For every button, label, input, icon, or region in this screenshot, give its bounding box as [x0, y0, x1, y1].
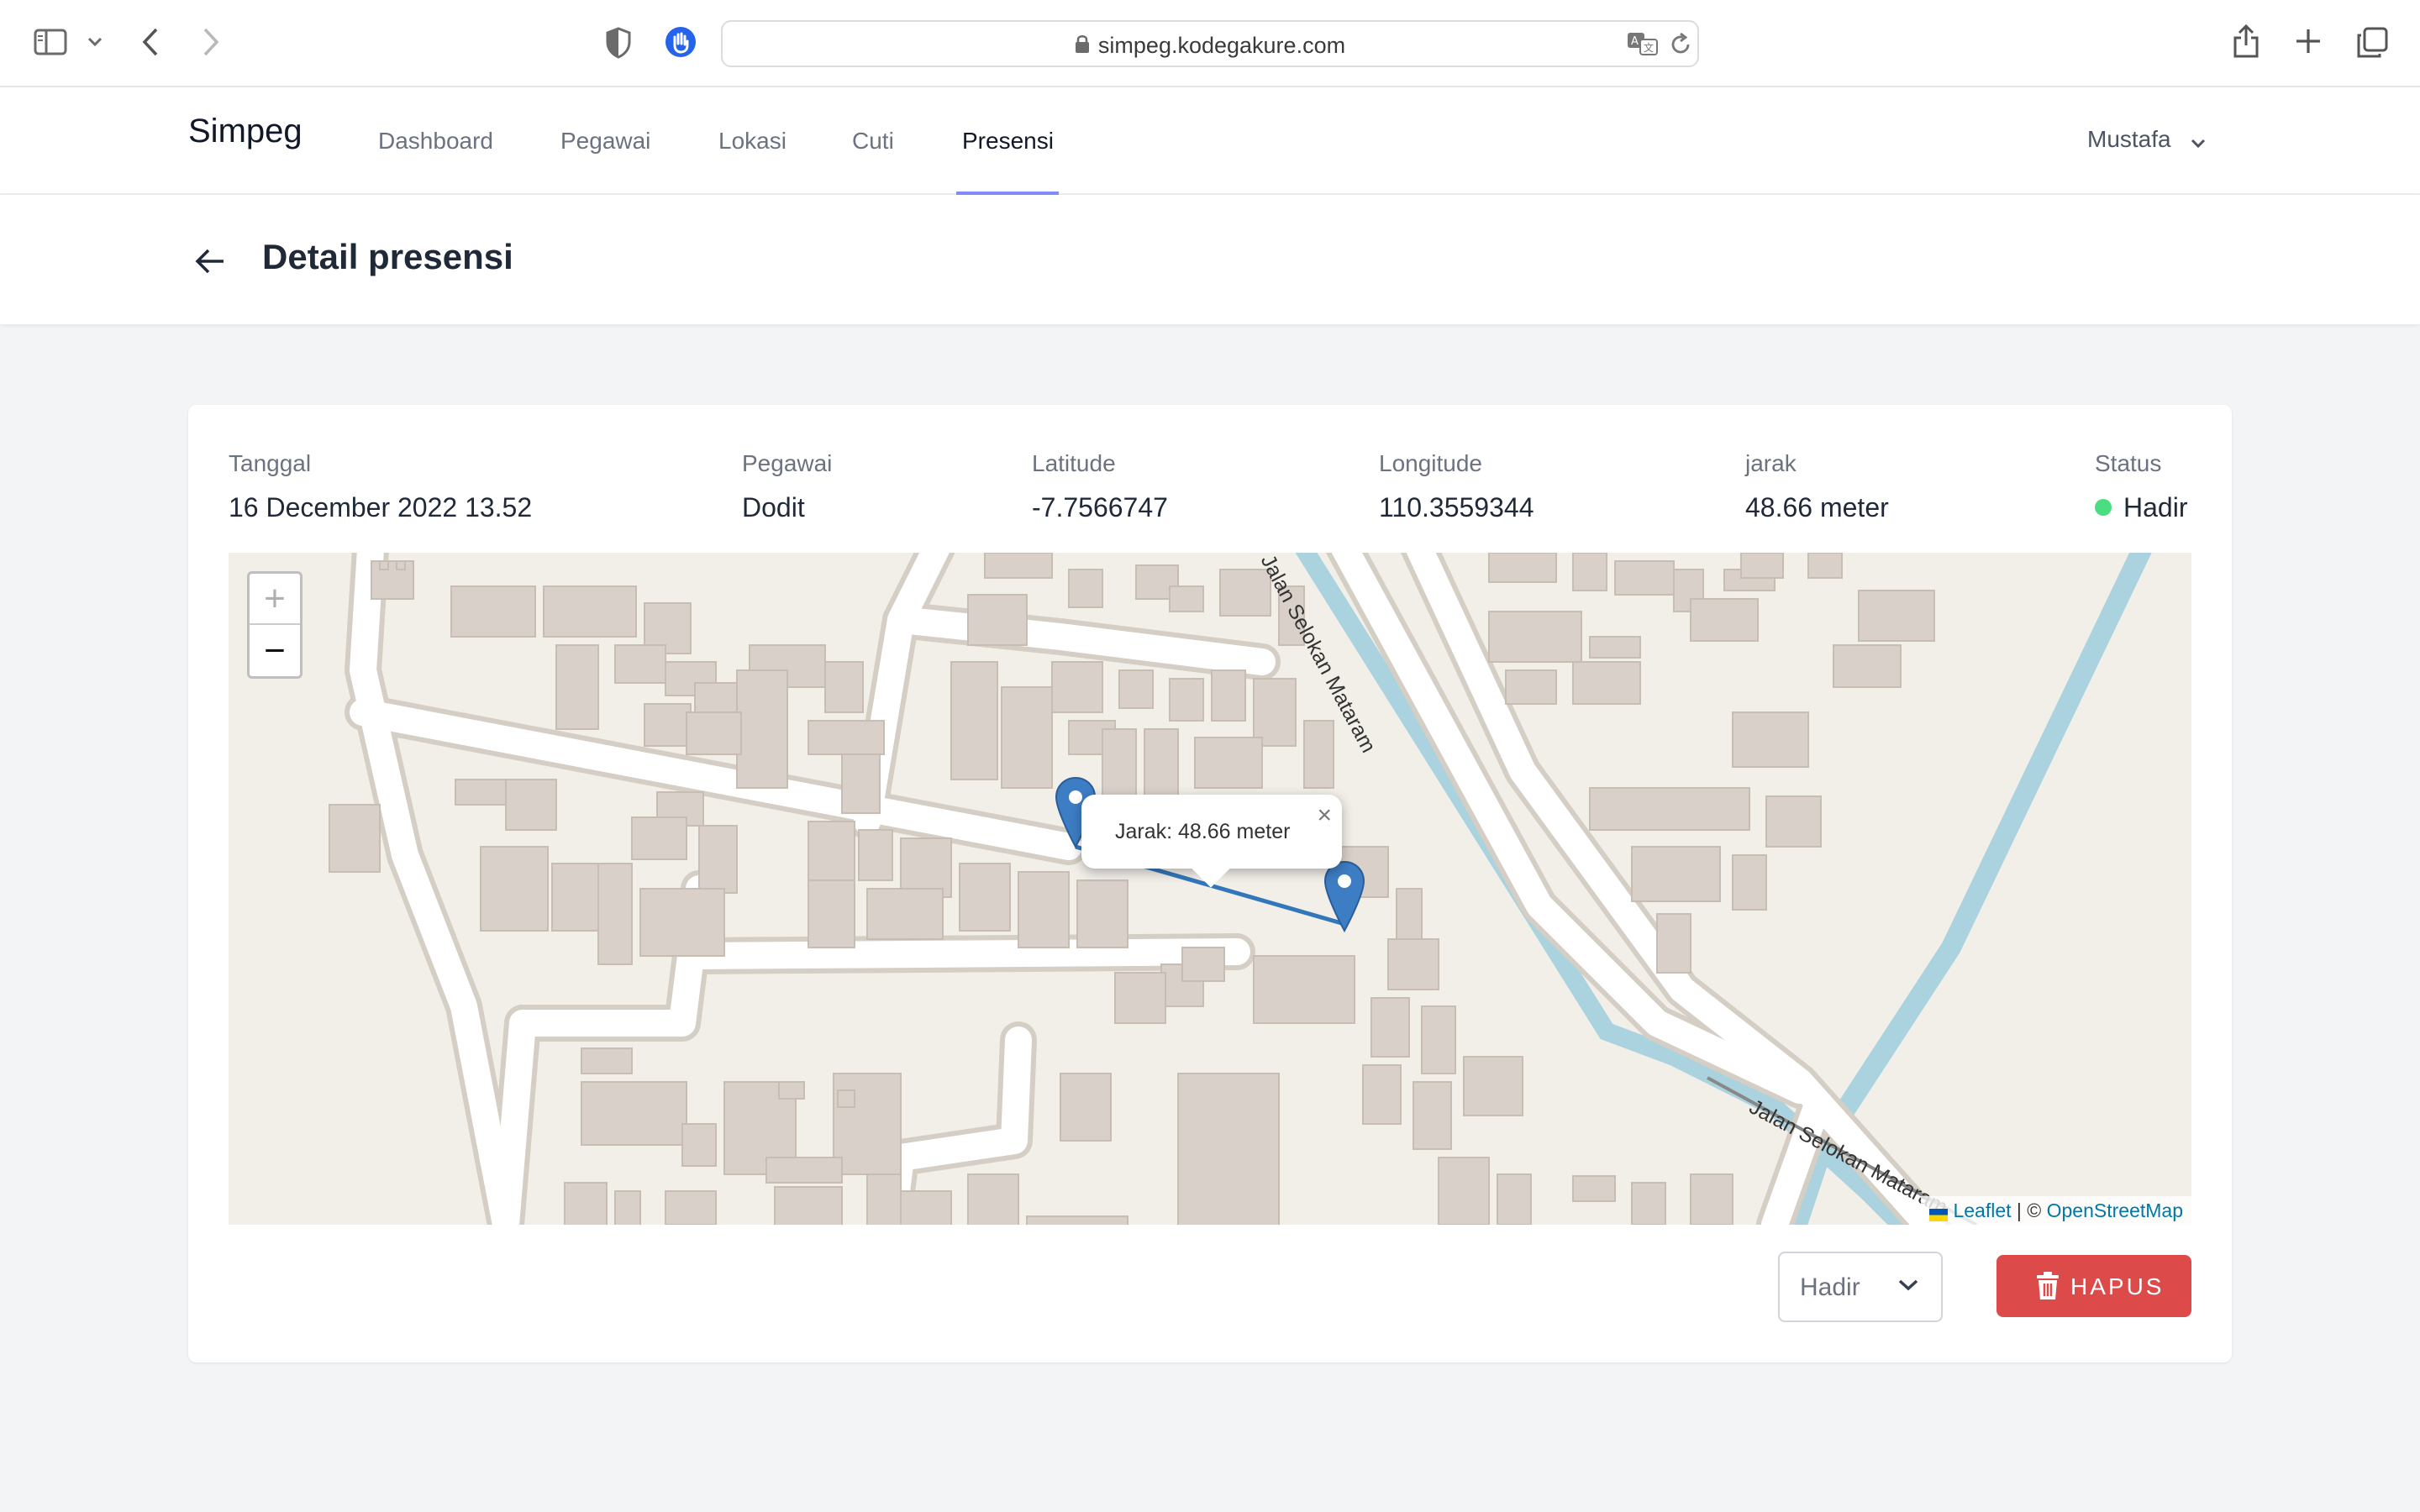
share-icon[interactable]: [2232, 24, 2260, 59]
leaflet-link[interactable]: Leaflet: [1953, 1200, 2011, 1221]
status-dot: [2095, 498, 2112, 516]
field-label: jarak: [1745, 450, 1797, 476]
app-navbar: Simpeg Dashboard Pegawai Lokasi Cuti Pre…: [0, 87, 2420, 195]
delete-button[interactable]: HAPUS: [1996, 1255, 2191, 1317]
distance-popup: Jarak: 48.66 meter ×: [1081, 795, 1342, 888]
new-tab-icon[interactable]: [2294, 27, 2323, 55]
tabs-icon[interactable]: [2356, 27, 2388, 59]
field-jarak: jarak 48.66 meter: [1745, 450, 1889, 523]
browser-toolbar: simpeg.kodegakure.com A文: [0, 0, 2420, 87]
field-tanggal: Tanggal 16 December 2022 13.52: [229, 450, 532, 523]
brand-logo[interactable]: Simpeg: [188, 113, 302, 150]
field-pegawai: Pegawai Dodit: [742, 450, 832, 523]
status-value: Hadir: [2095, 492, 2187, 523]
osm-link[interactable]: OpenStreetMap: [2047, 1200, 2183, 1221]
field-status: Status Hadir: [2095, 450, 2187, 523]
attendance-detail-card: Tanggal 16 December 2022 13.52 Pegawai D…: [188, 405, 2232, 1362]
field-label: Tanggal: [229, 450, 312, 476]
lock-icon: [1075, 34, 1090, 60]
user-name: Mustafa: [2087, 126, 2171, 152]
field-label: Latitude: [1032, 450, 1116, 476]
nav-item-lokasi[interactable]: Lokasi: [718, 128, 786, 155]
page-header: Detail presensi: [0, 195, 2420, 324]
map-zoom-control: + −: [247, 571, 302, 679]
zoom-out-button[interactable]: −: [250, 625, 300, 676]
svg-text:A: A: [1631, 35, 1639, 48]
back-icon[interactable]: [141, 27, 160, 57]
svg-text:文: 文: [1644, 41, 1654, 54]
address-bar[interactable]: simpeg.kodegakure.com A文: [721, 20, 1699, 67]
field-value: -7.7566747: [1032, 492, 1168, 522]
status-text: Hadir: [2123, 492, 2188, 522]
nav-item-presensi[interactable]: Presensi: [962, 128, 1054, 155]
delete-button-label: HAPUS: [2070, 1273, 2165, 1299]
field-value: Dodit: [742, 492, 805, 522]
field-value: 16 December 2022 13.52: [229, 492, 533, 522]
location-map[interactable]: Jalan Selokan Mataram Jalan Selokan Mata…: [229, 553, 2191, 1225]
shield-icon[interactable]: [605, 27, 632, 59]
nav-item-pegawai[interactable]: Pegawai: [560, 128, 650, 155]
popup-close-button[interactable]: ×: [1317, 801, 1332, 830]
sidebar-icon[interactable]: [34, 29, 67, 55]
status-select[interactable]: Hadir: [1778, 1252, 1943, 1322]
field-value: 48.66 meter: [1745, 492, 1889, 522]
back-arrow-icon[interactable]: [192, 242, 230, 281]
field-latitude: Latitude -7.7566747: [1032, 450, 1168, 523]
map-tiles: Jalan Selokan Mataram Jalan Selokan Mata…: [229, 553, 2191, 1225]
field-label: Longitude: [1379, 450, 1483, 476]
page-title: Detail presensi: [262, 237, 513, 276]
field-longitude: Longitude 110.3559344: [1379, 450, 1534, 523]
user-menu[interactable]: Mustafa: [2087, 126, 2206, 155]
attribution-separator: | ©: [2011, 1200, 2047, 1221]
reload-icon[interactable]: [1669, 32, 1692, 57]
translate-icon[interactable]: A文: [1627, 32, 1659, 55]
privacy-hand-icon[interactable]: [664, 25, 697, 59]
chevron-down-icon: [1897, 1278, 1919, 1296]
trash-icon: [2035, 1272, 2060, 1305]
chevron-down-icon: [2191, 128, 2206, 155]
field-label: Status: [2095, 450, 2162, 476]
field-label: Pegawai: [742, 450, 833, 476]
nav-item-cuti[interactable]: Cuti: [852, 128, 894, 155]
status-select-value: Hadir: [1800, 1273, 1860, 1301]
nav-item-dashboard[interactable]: Dashboard: [378, 128, 493, 155]
map-attribution: Leaflet | © OpenStreetMap: [1921, 1196, 2191, 1225]
chevron-down-icon[interactable]: [87, 37, 103, 47]
forward-icon[interactable]: [202, 27, 220, 57]
field-value: 110.3559344: [1379, 492, 1534, 522]
zoom-in-button[interactable]: +: [250, 574, 300, 625]
ukraine-flag-icon: [1929, 1204, 1949, 1222]
popup-text: Jarak: 48.66 meter: [1115, 820, 1291, 843]
url-text: simpeg.kodegakure.com: [1097, 33, 1346, 58]
